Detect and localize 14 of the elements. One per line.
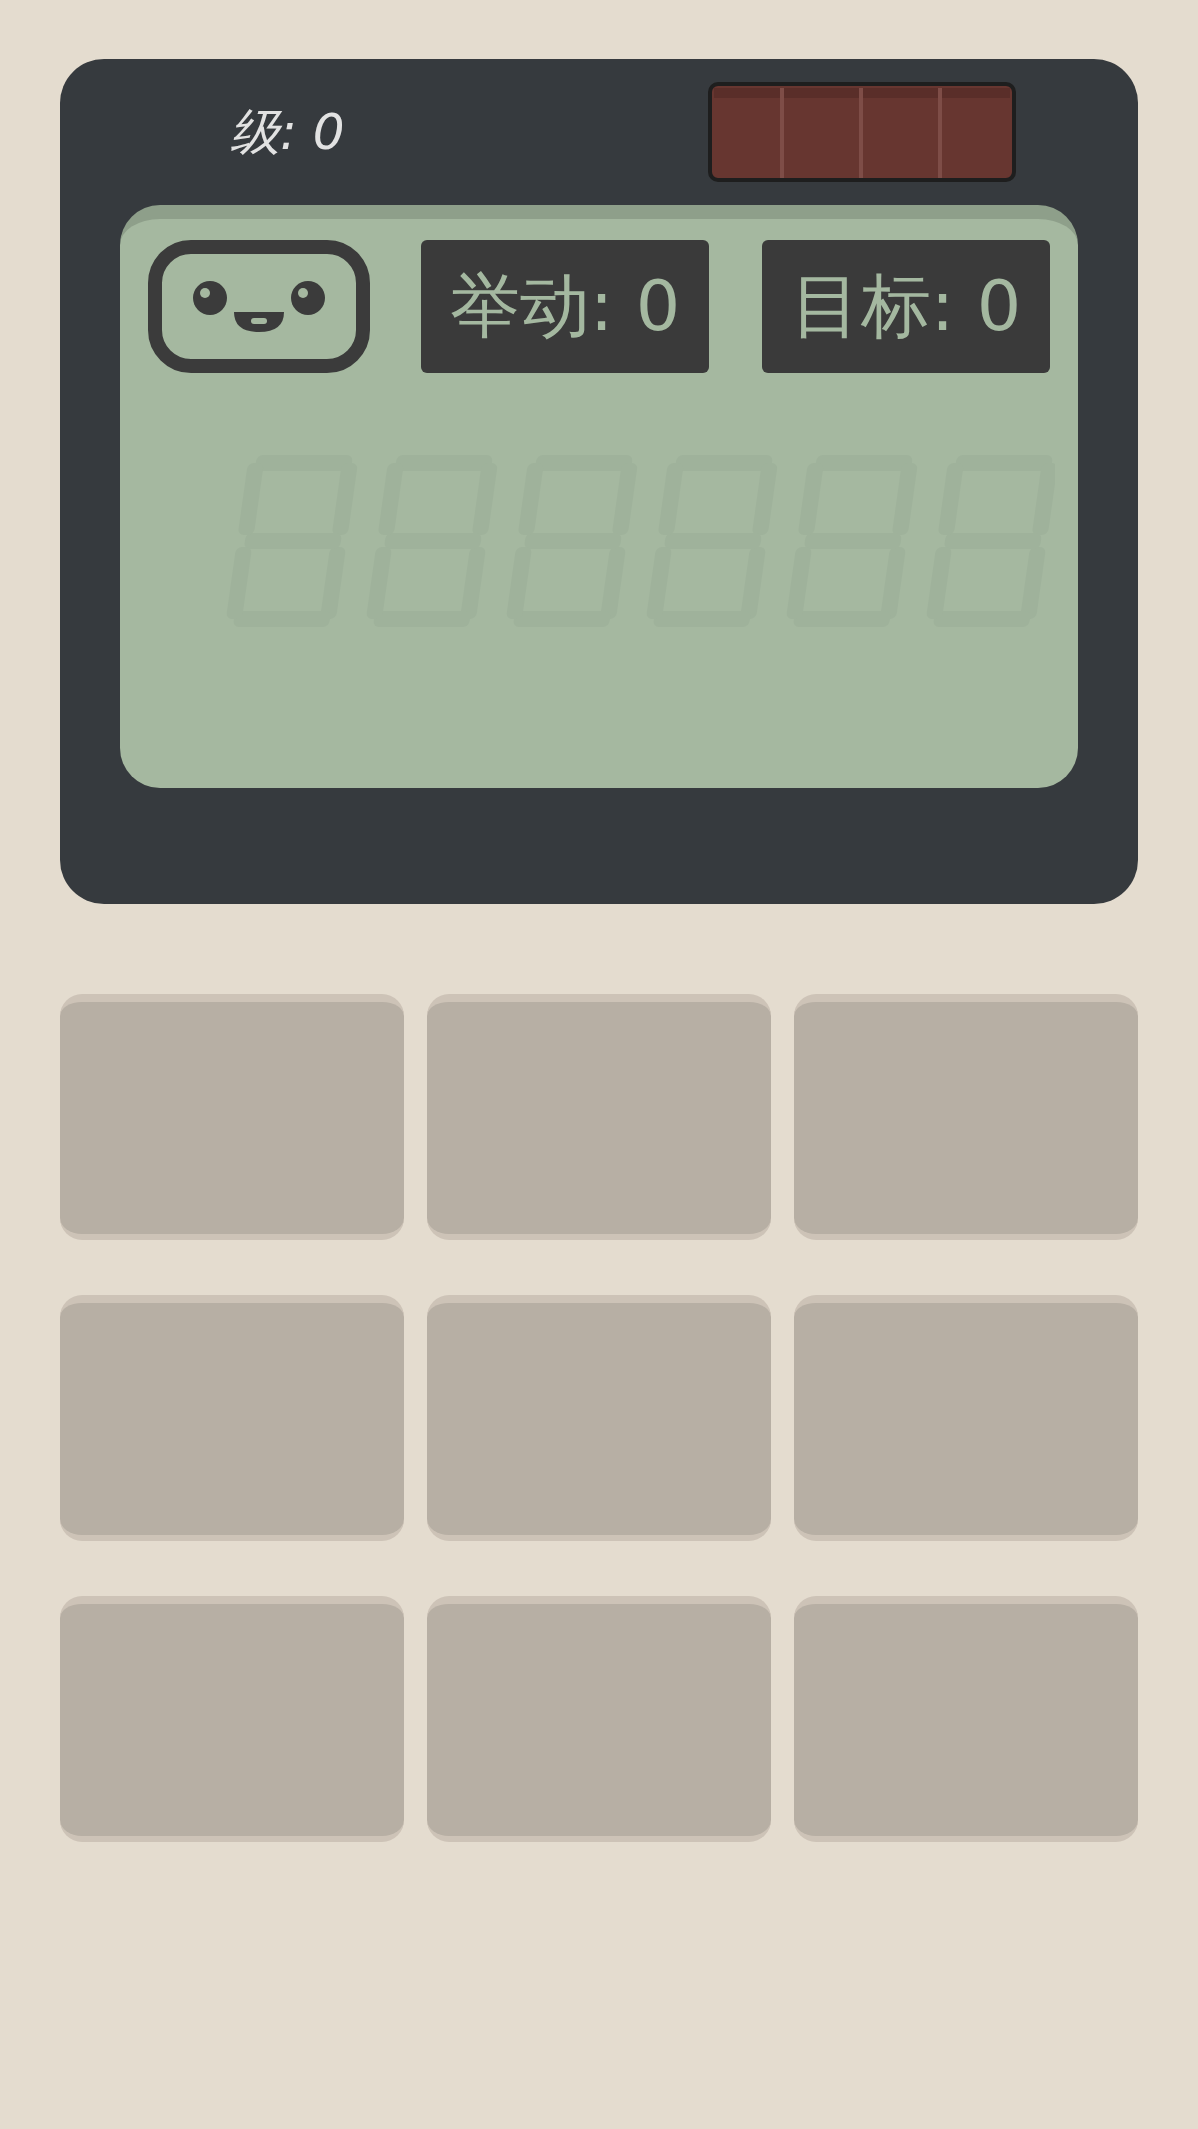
keypad-button[interactable] [427,994,771,1240]
segment-bar-icon [708,82,1016,182]
keypad-button[interactable] [60,1295,404,1541]
level-label: 级: 0 [230,101,345,163]
keypad-button[interactable] [794,1596,1138,1842]
keypad-button[interactable] [794,994,1138,1240]
target-counter: 目标: 0 [762,240,1050,373]
keypad-button[interactable] [427,1295,771,1541]
keypad-button[interactable] [60,1596,404,1842]
keypad-button[interactable] [427,1596,771,1842]
smiley-face-icon [148,240,370,373]
keypad-button[interactable] [794,1295,1138,1541]
moves-counter: 举动: 0 [421,240,709,373]
keypad-button[interactable] [60,994,404,1240]
